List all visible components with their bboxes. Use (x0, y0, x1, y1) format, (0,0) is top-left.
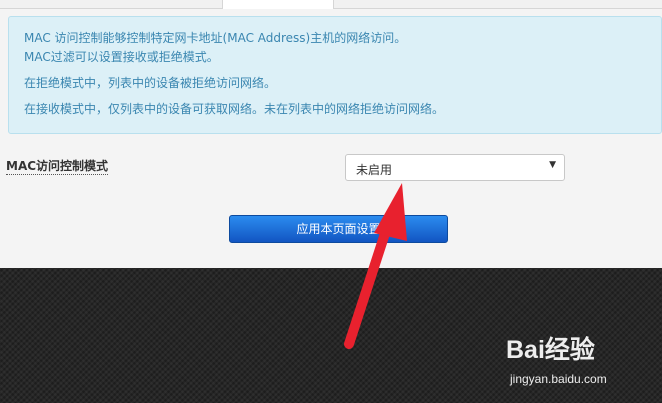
mac-access-control-mode-label: MAC访问控制模式 (6, 159, 109, 175)
info-line-3: 在拒绝模式中，列表中的设备被拒绝访问网络。 (24, 76, 277, 90)
info-line-2: MAC过滤可以设置接收或拒绝模式。 (24, 50, 219, 64)
watermark-url: jingyan.baidu.com (510, 372, 607, 386)
apply-settings-button[interactable]: 应用本页面设置 (229, 215, 448, 243)
baidu-jingyan-logo: Bai经验 (506, 330, 595, 366)
info-box: MAC 访问控制能够控制特定网卡地址(MAC Address)主机的网络访问。 … (8, 16, 662, 134)
mode-select-value: 未启用 (356, 163, 393, 177)
watermark-logo-text: Bai经验 (506, 336, 595, 364)
info-line-4: 在接收模式中，仅列表中的设备可获取网络。未在列表中的网络拒绝访问网络。 (24, 102, 445, 116)
top-tab-bar (0, 0, 662, 9)
mac-access-control-mode-select[interactable]: 未启用 ▼ (345, 154, 565, 181)
chevron-down-icon: ▼ (549, 160, 556, 170)
active-tab[interactable] (222, 0, 334, 9)
info-line-1: MAC 访问控制能够控制特定网卡地址(MAC Address)主机的网络访问。 (24, 31, 407, 45)
